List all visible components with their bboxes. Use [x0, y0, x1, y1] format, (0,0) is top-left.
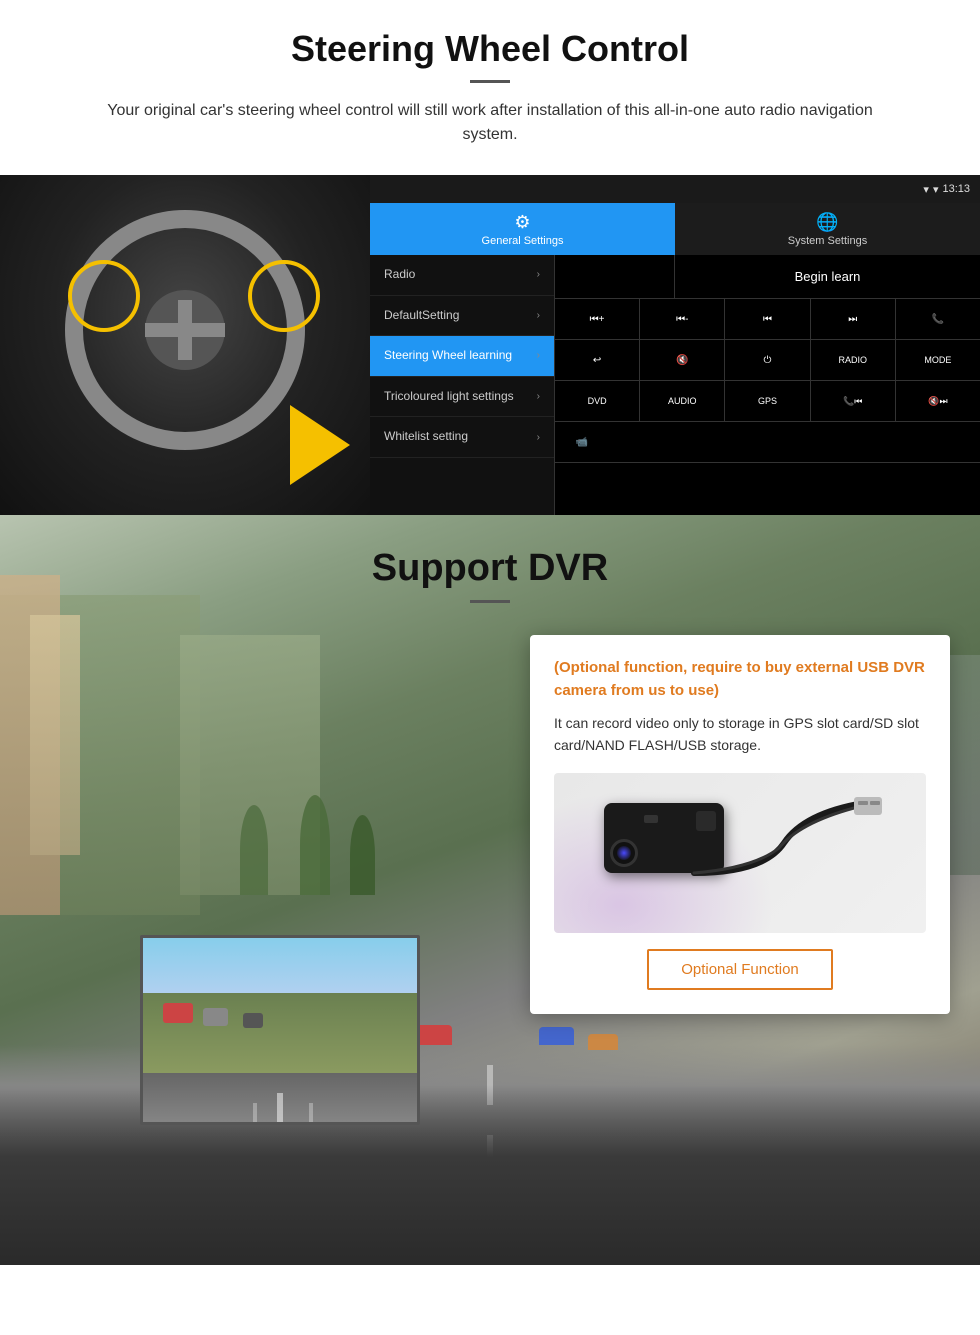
menu-label-whitelist: Whitelist setting: [384, 429, 537, 445]
ctrl-mode[interactable]: MODE: [896, 340, 980, 380]
dvr-header: Support DVR: [0, 515, 980, 619]
section1-divider: [470, 80, 510, 83]
steering-panel: ▾ ▾ 13:13 ⚙ General Settings 🌐 System Se…: [0, 175, 980, 515]
ctrl-audio[interactable]: AUDIO: [640, 381, 725, 421]
ctrl-vol-up[interactable]: ⏮+: [555, 299, 640, 339]
dvr-divider: [470, 600, 510, 603]
ctrl-mute[interactable]: 🔇: [640, 340, 725, 380]
section1-description: Your original car's steering wheel contr…: [80, 99, 900, 147]
control-row-2: ↩ 🔇 ⏻ RADIO MODE: [555, 340, 980, 381]
menu-item-steering[interactable]: Steering Wheel learning ›: [370, 336, 554, 377]
status-bar: ▾ ▾ 13:13: [370, 175, 980, 203]
menu-label-default: DefaultSetting: [384, 308, 537, 324]
dvr-camera-image: [554, 773, 926, 933]
control-row-4: 📹: [555, 422, 980, 463]
dvr-title: Support DVR: [0, 547, 980, 590]
usb-cable-svg: [684, 783, 884, 913]
control-grid: ⏮+ ⏮- ⏮ ⏭ 📞 ↩ 🔇 ⏻ RADIO MODE: [555, 299, 980, 463]
section1-header: Steering Wheel Control Your original car…: [0, 0, 980, 157]
signal-icon: ▾: [933, 183, 939, 196]
tab-system-settings[interactable]: 🌐 System Settings: [675, 203, 980, 255]
menu-item-default[interactable]: DefaultSetting ›: [370, 296, 554, 337]
menu-item-whitelist[interactable]: Whitelist setting ›: [370, 417, 554, 458]
android-head-unit: ▾ ▾ 13:13 ⚙ General Settings 🌐 System Se…: [370, 175, 980, 515]
ctrl-power[interactable]: ⏻: [725, 340, 810, 380]
ctrl-gps[interactable]: GPS: [725, 381, 810, 421]
ctrl-camera[interactable]: 📹: [555, 422, 609, 462]
tab2-label: System Settings: [788, 235, 867, 247]
status-time: 13:13: [942, 183, 970, 195]
left-menu: Radio › DefaultSetting › Steering Wheel …: [370, 255, 555, 515]
tab-general-settings[interactable]: ⚙ General Settings: [370, 203, 675, 255]
optional-function-button[interactable]: Optional Function: [647, 949, 833, 990]
menu-label-radio: Radio: [384, 267, 537, 283]
chevron-icon-steering: ›: [537, 350, 540, 361]
menu-label-tricoloured: Tricoloured light settings: [384, 389, 537, 405]
optional-function-label: Optional Function: [681, 961, 799, 978]
control-row-1: ⏮+ ⏮- ⏮ ⏭ 📞: [555, 299, 980, 340]
ctrl-dvd[interactable]: DVD: [555, 381, 640, 421]
ctrl-mute-next[interactable]: 🔇⏭: [896, 381, 980, 421]
right-panel: Begin learn ⏮+ ⏮- ⏮ ⏭ 📞 ↩: [555, 255, 980, 515]
begin-learn-spacer: [555, 255, 675, 298]
menu-item-radio[interactable]: Radio ›: [370, 255, 554, 296]
control-row-3: DVD AUDIO GPS 📞⏮ 🔇⏭: [555, 381, 980, 422]
dvr-optional-text: (Optional function, require to buy exter…: [554, 657, 926, 702]
dashcam-preview: [140, 935, 420, 1125]
arrow-pointer: [290, 405, 350, 485]
ctrl-back[interactable]: ↩: [555, 340, 640, 380]
settings-icon: ⚙: [514, 212, 530, 233]
ctrl-next[interactable]: ⏭: [811, 299, 896, 339]
ctrl-radio[interactable]: RADIO: [811, 340, 896, 380]
highlight-circle-right: [248, 260, 320, 332]
menu-item-tricoloured[interactable]: Tricoloured light settings ›: [370, 377, 554, 418]
begin-learn-label: Begin learn: [795, 269, 861, 284]
chevron-icon-default: ›: [537, 310, 540, 321]
tab-bar[interactable]: ⚙ General Settings 🌐 System Settings: [370, 203, 980, 255]
dvr-info-box: (Optional function, require to buy exter…: [530, 635, 950, 1014]
section1-title: Steering Wheel Control: [40, 28, 940, 70]
system-icon: 🌐: [816, 212, 838, 233]
chevron-icon-radio: ›: [537, 269, 540, 280]
begin-learn-button[interactable]: Begin learn: [675, 255, 980, 298]
status-icons: ▾ ▾ 13:13: [923, 183, 970, 196]
begin-learn-row: Begin learn: [555, 255, 980, 299]
chevron-icon-tricoloured: ›: [537, 391, 540, 402]
menu-label-steering: Steering Wheel learning: [384, 348, 537, 364]
steering-wheel-photo: [0, 175, 370, 515]
steering-wheel-section: Steering Wheel Control Your original car…: [0, 0, 980, 515]
camera-body: [604, 803, 724, 873]
highlight-circle-left: [68, 260, 140, 332]
tab1-label: General Settings: [482, 235, 564, 247]
ctrl-vol-down[interactable]: ⏮-: [640, 299, 725, 339]
ctrl-phone-prev[interactable]: 📞⏮: [811, 381, 896, 421]
ctrl-prev[interactable]: ⏮: [725, 299, 810, 339]
dvr-description: It can record video only to storage in G…: [554, 712, 926, 757]
content-area: Radio › DefaultSetting › Steering Wheel …: [370, 255, 980, 515]
chevron-icon-whitelist: ›: [537, 432, 540, 443]
wifi-icon: ▾: [923, 183, 929, 196]
ctrl-phone[interactable]: 📞: [896, 299, 980, 339]
dvr-section: Support DVR (Optional function, require …: [0, 515, 980, 1265]
